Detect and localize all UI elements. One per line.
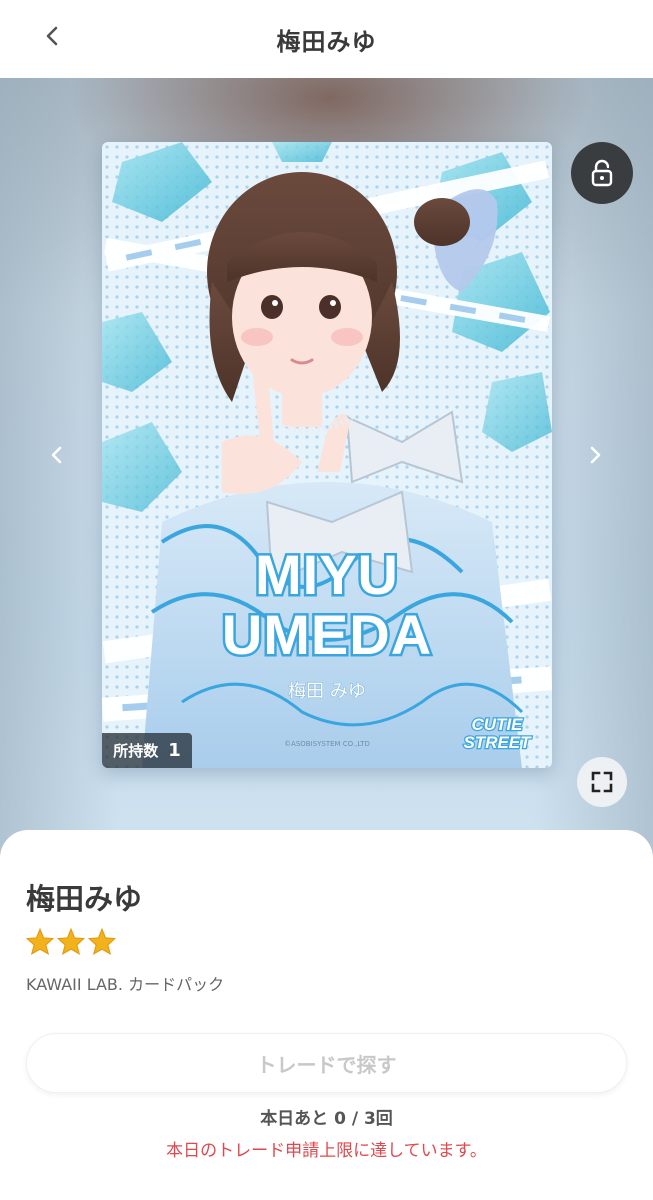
card-detail-sheet: 梅田みゆ KAWAII LAB. カードパック トレードで探す 本日あと 0 /… xyxy=(0,830,653,1200)
card-image[interactable]: MIYU UMEDA 梅田 みゆ ©ASOBISYSTEM CO.,LTD CU… xyxy=(102,142,552,768)
card-detail-page: 梅田みゆ MIYU UMEDA 梅田 みゆ ©ASOBISYSTEM CO.,L… xyxy=(0,0,653,1200)
card-artwork: MIYU UMEDA 梅田 みゆ ©ASOBISYSTEM CO.,LTD CU… xyxy=(102,142,552,768)
star-icon xyxy=(26,928,54,955)
brand-logo-line2: STREET xyxy=(463,733,532,752)
fullscreen-button[interactable] xyxy=(577,757,627,807)
card-title-line1: MIYU xyxy=(255,543,399,606)
star-icon xyxy=(88,928,116,955)
card-pack-name: KAWAII LAB. カードパック xyxy=(26,975,225,994)
card-copyright: ©ASOBISYSTEM CO.,LTD xyxy=(284,740,370,748)
chevron-right-icon xyxy=(590,446,601,464)
header: 梅田みゆ xyxy=(0,0,653,78)
trade-search-button[interactable]: トレードで探す xyxy=(26,1033,627,1093)
trade-limit-message: 本日のトレード申請上限に達しています。 xyxy=(166,1141,487,1161)
previous-card-button[interactable] xyxy=(40,438,74,472)
owned-count-value: 1 xyxy=(168,740,181,761)
card-name: 梅田みゆ xyxy=(26,882,143,916)
back-button[interactable] xyxy=(30,14,74,58)
card-title-line2: UMEDA xyxy=(222,603,432,666)
fullscreen-icon xyxy=(591,771,613,793)
remaining-trades-text: 本日あと 0 / 3回 xyxy=(260,1109,393,1129)
rarity-stars xyxy=(26,928,116,955)
owned-count-label: 所持数 xyxy=(113,742,159,760)
brand-logo-line1: CUTIE xyxy=(472,715,524,734)
lock-button[interactable] xyxy=(571,142,633,204)
page-title: 梅田みゆ xyxy=(276,27,377,56)
unlock-icon xyxy=(591,159,613,187)
chevron-left-icon xyxy=(46,26,58,46)
next-card-button[interactable] xyxy=(578,438,612,472)
card-subtitle: 梅田 みゆ xyxy=(288,681,366,702)
owned-count-badge: 所持数 1 xyxy=(102,733,192,768)
star-icon xyxy=(57,928,85,955)
chevron-left-icon xyxy=(51,446,62,464)
